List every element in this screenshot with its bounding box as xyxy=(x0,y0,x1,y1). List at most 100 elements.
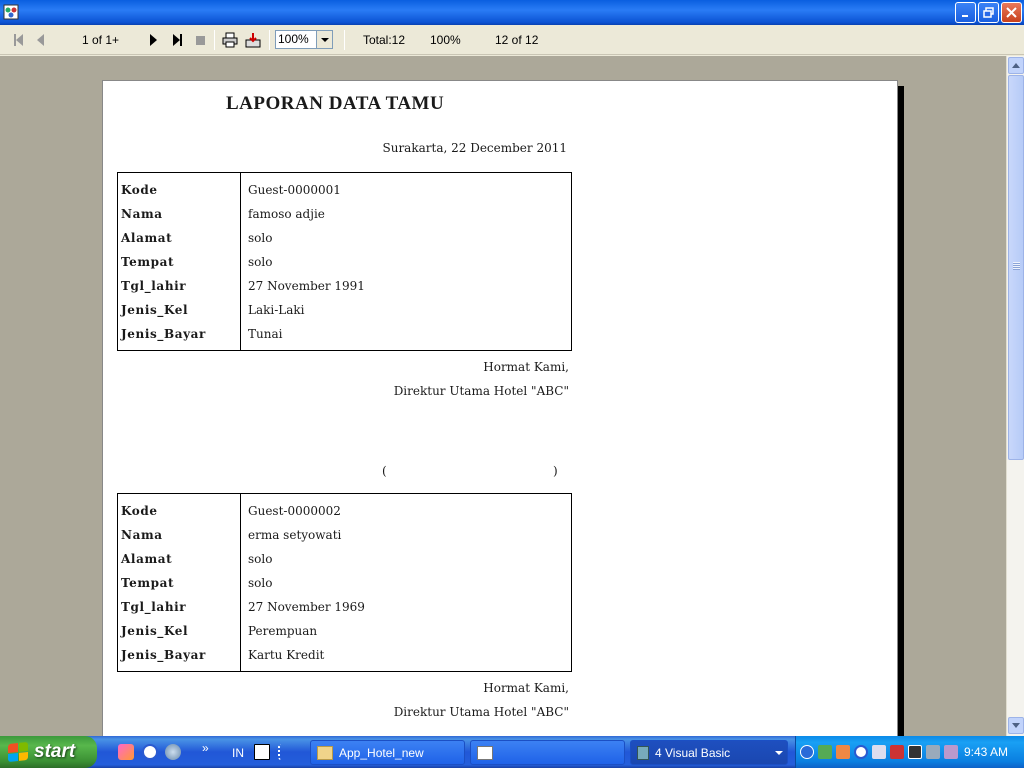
field-row: Jenis_Kel Perempuan xyxy=(118,620,573,644)
vertical-scrollbar[interactable] xyxy=(1006,56,1024,736)
printer-icon xyxy=(222,32,238,48)
globe-icon[interactable] xyxy=(165,744,181,760)
signature-bracket-close: ) xyxy=(553,464,558,478)
display-icon[interactable] xyxy=(926,745,940,759)
next-page-button[interactable] xyxy=(146,31,160,49)
scroll-thumb[interactable] xyxy=(1008,75,1024,460)
field-row: Kode Guest-0000002 xyxy=(118,500,573,524)
previous-page-icon xyxy=(36,34,44,46)
field-label: Jenis_Bayar xyxy=(121,327,206,341)
field-value: 27 November 1991 xyxy=(248,279,365,293)
field-label: Nama xyxy=(121,207,163,221)
volume-icon[interactable] xyxy=(944,745,958,759)
ccleaner-icon[interactable] xyxy=(142,744,158,760)
title-bar xyxy=(0,0,1024,25)
field-value: solo xyxy=(248,231,273,245)
field-value: solo xyxy=(248,576,273,590)
start-label: start xyxy=(34,741,76,762)
field-label: Tempat xyxy=(121,255,175,269)
field-row: Kode Guest-0000001 xyxy=(118,179,573,203)
window-manager-icon[interactable] xyxy=(908,745,922,759)
field-value: Guest-0000002 xyxy=(248,504,341,518)
zoom-select[interactable]: 100% xyxy=(275,30,333,49)
field-row: Jenis_Kel Laki-Laki xyxy=(118,299,573,323)
field-row: Tempat solo xyxy=(118,572,573,596)
field-value: Perempuan xyxy=(248,624,318,638)
field-value: 27 November 1969 xyxy=(248,600,365,614)
close-button[interactable] xyxy=(1001,2,1022,23)
connection-icon[interactable] xyxy=(872,745,886,759)
field-value: solo xyxy=(248,255,273,269)
taskbar-item-app-hotel[interactable]: App_Hotel_new xyxy=(310,740,465,765)
zoom-dropdown-button[interactable] xyxy=(316,31,332,48)
taskbar-item-folder[interactable] xyxy=(470,740,625,765)
tray-collapse-icon[interactable] xyxy=(800,745,814,759)
signature-bracket-open: ( xyxy=(382,464,387,478)
ccleaner-tray-icon[interactable] xyxy=(854,745,868,759)
field-label: Alamat xyxy=(121,231,173,245)
taskbar-item-visual-basic[interactable]: 4 Visual Basic xyxy=(630,740,788,765)
previous-page-button[interactable] xyxy=(33,31,47,49)
viewer-toolbar: 1 of 1+ Total:12 100% 12 of 12 xyxy=(0,25,1024,55)
record-box: Kode Guest-0000002 Nama erma setyowati Ala… xyxy=(117,493,572,672)
field-row: Tgl_lahir 27 November 1969 xyxy=(118,596,573,620)
restore-icon xyxy=(983,7,994,18)
field-label: Kode xyxy=(121,183,158,197)
folder-icon xyxy=(317,745,333,760)
start-button[interactable]: start xyxy=(0,736,97,768)
last-page-button[interactable] xyxy=(169,31,185,49)
print-button[interactable] xyxy=(221,31,239,49)
stop-button[interactable] xyxy=(194,31,206,49)
field-row: Jenis_Bayar Tunai xyxy=(118,323,573,347)
total-records: Total:12 xyxy=(363,33,406,47)
group-arrow-icon xyxy=(775,751,783,755)
s-app-icon[interactable] xyxy=(836,745,850,759)
arrow-up-icon xyxy=(1012,63,1020,68)
field-row: Tempat solo xyxy=(118,251,573,275)
taskbar: start » IN App_Hotel_new 4 Visual Basic … xyxy=(0,736,1024,768)
language-options-icon[interactable] xyxy=(278,744,288,760)
help-icon[interactable] xyxy=(254,744,270,760)
field-label: Kode xyxy=(121,504,158,518)
window-icon xyxy=(477,745,493,760)
antivirus-icon[interactable] xyxy=(890,745,904,759)
scroll-down-button[interactable] xyxy=(1008,717,1024,734)
signatory-text: Direktur Utama Hotel "ABC" xyxy=(393,384,569,398)
last-page-icon xyxy=(172,34,180,46)
visual-basic-icon xyxy=(637,745,649,760)
field-label: Tgl_lahir xyxy=(121,279,187,293)
field-value: Kartu Kredit xyxy=(248,648,325,662)
report-date: Surakarta, 22 December 2011 xyxy=(382,141,568,155)
field-row: Alamat solo xyxy=(118,548,573,572)
field-label: Tgl_lahir xyxy=(121,600,187,614)
windows-logo-icon xyxy=(8,741,28,763)
first-page-button[interactable] xyxy=(10,31,26,49)
scroll-up-button[interactable] xyxy=(1008,57,1024,74)
report-viewer-icon[interactable] xyxy=(3,4,19,20)
eraser-icon[interactable] xyxy=(118,744,134,760)
field-label: Tempat xyxy=(121,576,175,590)
field-value: Tunai xyxy=(248,327,283,341)
field-label: Alamat xyxy=(121,552,173,566)
export-button[interactable] xyxy=(244,31,262,49)
export-icon xyxy=(245,33,261,48)
taskbar-item-label: App_Hotel_new xyxy=(339,745,424,760)
record-box: Kode Guest-0000001 Nama famoso adjie Alama… xyxy=(117,172,572,351)
closing-text: Hormat Kami, xyxy=(483,681,569,695)
chevron-down-icon xyxy=(320,37,329,42)
quick-launch-chevron[interactable]: » xyxy=(202,741,209,755)
report-viewer-area[interactable]: LAPORAN DATA TAMU Surakarta, 22 December… xyxy=(0,56,1006,736)
zoom-value: 100% xyxy=(278,32,309,46)
field-value: famoso adjie xyxy=(248,207,325,221)
network-icon[interactable] xyxy=(818,745,832,759)
minimize-button[interactable] xyxy=(955,2,976,23)
field-label: Jenis_Kel xyxy=(121,624,189,638)
language-indicator[interactable]: IN xyxy=(232,746,244,760)
minimize-icon xyxy=(961,14,968,17)
system-tray: 9:43 AM xyxy=(795,736,1024,768)
field-row: Nama famoso adjie xyxy=(118,203,573,227)
taskbar-item-label: 4 Visual Basic xyxy=(655,745,731,760)
clock[interactable]: 9:43 AM xyxy=(964,745,1008,759)
restore-button[interactable] xyxy=(978,2,999,23)
field-row: Jenis_Bayar Kartu Kredit xyxy=(118,644,573,668)
